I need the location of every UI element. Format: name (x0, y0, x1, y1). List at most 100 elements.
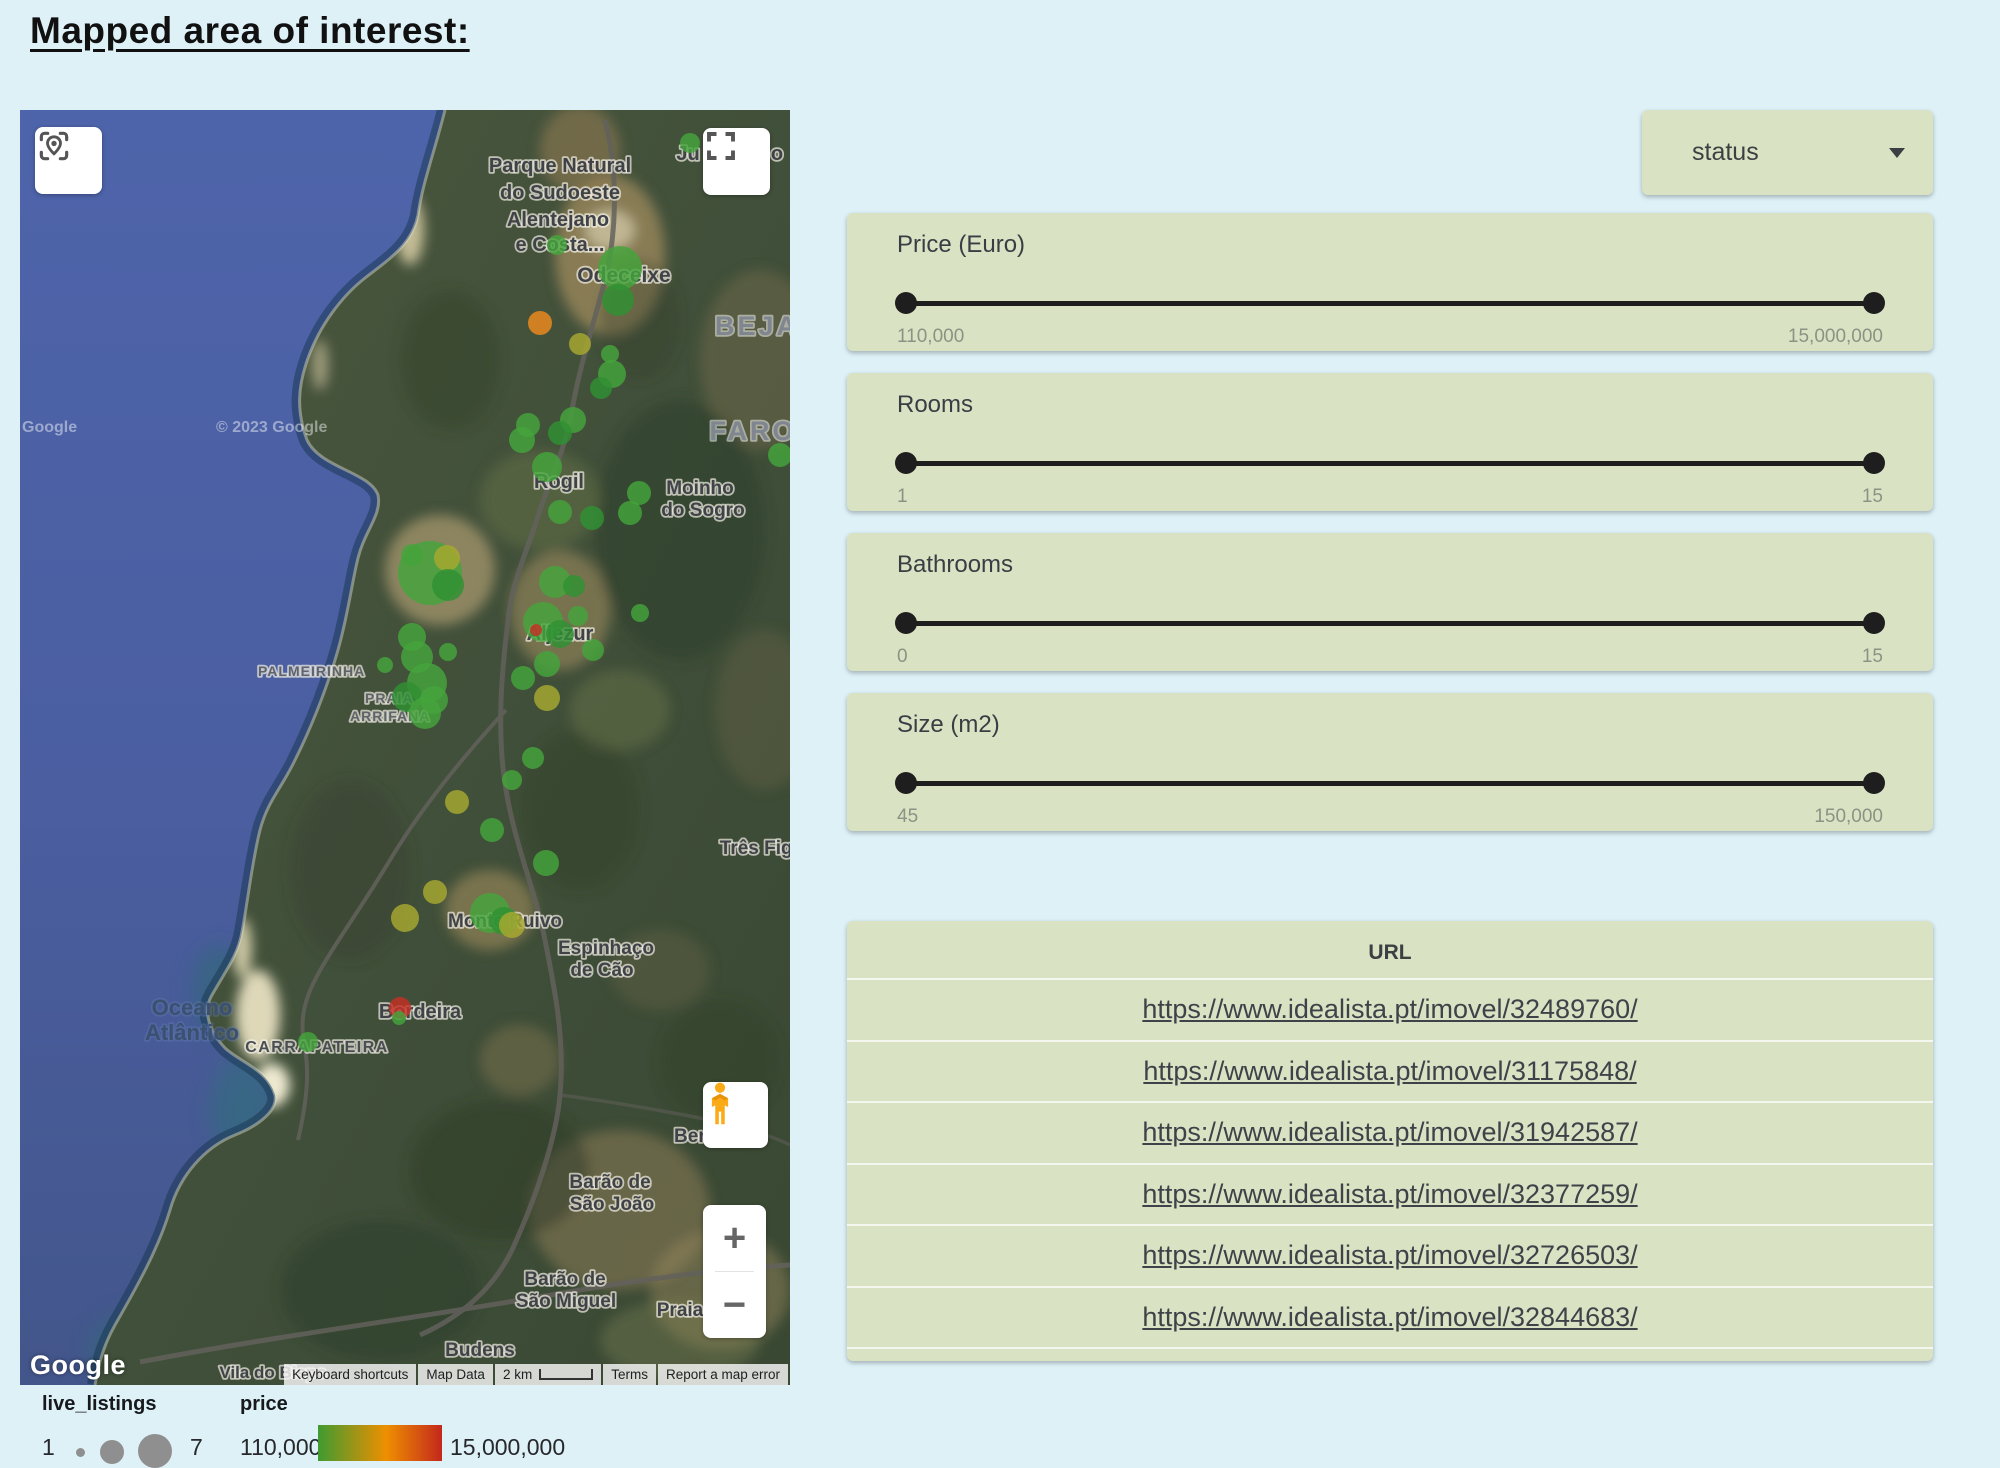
attribution-item[interactable]: Keyboard shortcuts (284, 1364, 416, 1385)
listing-dot[interactable] (582, 639, 604, 661)
zoom-in-button[interactable]: + (703, 1205, 766, 1271)
listing-dot[interactable] (568, 606, 588, 626)
map-label: Praia (657, 1300, 704, 1321)
map-attribution-bar: Keyboard shortcutsMap Data2 kmTermsRepor… (284, 1364, 788, 1385)
listing-dot[interactable] (423, 880, 447, 904)
listing-dot[interactable] (532, 452, 562, 482)
fullscreen-button[interactable] (703, 128, 770, 195)
chevron-down-icon (1889, 148, 1905, 158)
table-row: https://www.idealista.pt/imovel/31942587… (847, 1101, 1933, 1163)
map-label: do Sogro (661, 500, 744, 521)
listing-dot[interactable] (528, 311, 552, 335)
table-row: https://www.idealista.pt/imovel/32489760… (847, 978, 1933, 1040)
listing-dot[interactable] (534, 651, 560, 677)
listing-dot[interactable] (432, 569, 464, 601)
slider-handle-max[interactable] (1863, 452, 1885, 474)
listing-dot[interactable] (618, 501, 642, 525)
listing-dot[interactable] (548, 421, 572, 445)
map-label: Google (22, 419, 77, 436)
listing-dot[interactable] (533, 850, 559, 876)
slider-handle-min[interactable] (895, 612, 917, 634)
listing-link[interactable]: https://www.idealista.pt/imovel/32844683… (1142, 1302, 1637, 1333)
map-label: o (771, 143, 783, 165)
listing-dot[interactable] (534, 685, 560, 711)
pegman-button[interactable] (703, 1082, 768, 1148)
google-logo[interactable]: Google (30, 1350, 126, 1381)
listing-dot[interactable] (580, 506, 604, 530)
map-label: São Miguel (516, 1291, 616, 1312)
listing-dot[interactable] (392, 1011, 406, 1025)
attribution-item[interactable]: Terms (603, 1364, 656, 1385)
map-label: Barão de (569, 1172, 650, 1193)
attribution-item[interactable]: Report a map error (658, 1364, 788, 1385)
map-label: de Cão (570, 960, 633, 981)
listing-dot[interactable] (439, 643, 457, 661)
listing-dot[interactable] (391, 904, 419, 932)
listing-dot[interactable] (548, 500, 572, 524)
slider-label: Size (m2) (897, 711, 1883, 739)
table-row: https://www.idealista.pt/imovel/32049204… (847, 1347, 1933, 1361)
listing-link[interactable]: https://www.idealista.pt/imovel/32377259… (1142, 1179, 1637, 1210)
listing-dot[interactable] (602, 284, 634, 316)
listing-dot[interactable] (530, 624, 542, 636)
listing-dot[interactable] (547, 235, 567, 255)
listing-dot[interactable] (502, 770, 522, 790)
slider-max-value: 15 (1862, 486, 1883, 508)
slider-track (905, 781, 1875, 786)
listing-dot[interactable] (377, 657, 393, 673)
listing-link[interactable]: https://www.idealista.pt/imovel/31175848… (1143, 1056, 1636, 1087)
slider-handle-max[interactable] (1863, 612, 1885, 634)
map-zoom-control: + − (703, 1205, 766, 1338)
listing-dot[interactable] (598, 246, 642, 290)
slider-range-labels: 1 15 (897, 486, 1883, 508)
slider-handle-min[interactable] (895, 452, 917, 474)
listing-dot[interactable] (563, 575, 585, 597)
map-label: Moinho (666, 478, 734, 499)
map-label: © 2023 Google (216, 419, 327, 436)
listing-dot[interactable] (499, 912, 525, 938)
listing-dot[interactable] (509, 427, 535, 453)
listing-dot[interactable] (631, 604, 649, 622)
listing-dot[interactable] (298, 1032, 318, 1052)
listing-dot[interactable] (546, 620, 574, 648)
listing-link[interactable]: https://www.idealista.pt/imovel/31942587… (1142, 1117, 1637, 1148)
slider-handle-max[interactable] (1863, 772, 1885, 794)
map-label: Budens (445, 1340, 515, 1361)
zoom-out-button[interactable]: − (703, 1272, 766, 1338)
listing-dot[interactable] (590, 377, 612, 399)
listing-dot[interactable] (511, 666, 535, 690)
slider-handle-max[interactable] (1863, 292, 1885, 314)
status-dropdown[interactable]: status (1642, 110, 1933, 195)
rooms-range-slider[interactable] (897, 452, 1883, 474)
listing-link[interactable]: https://www.idealista.pt/imovel/32489760… (1142, 994, 1637, 1025)
slider-label: Rooms (897, 391, 1883, 419)
listing-link[interactable]: https://www.idealista.pt/imovel/32726503… (1142, 1240, 1637, 1271)
price-range-slider[interactable] (897, 292, 1883, 314)
size-range-slider[interactable] (897, 772, 1883, 794)
slider-handle-min[interactable] (895, 772, 917, 794)
size-legend-dot-medium (100, 1440, 124, 1464)
listing-dot[interactable] (401, 544, 423, 566)
listing-dot[interactable] (480, 818, 504, 842)
slider-handle-min[interactable] (895, 292, 917, 314)
slider-label: Price (Euro) (897, 231, 1883, 259)
listing-dot[interactable] (445, 790, 469, 814)
price-legend-max: 15,000,000 (450, 1434, 565, 1461)
slider-range-labels: 110,000 15,000,000 (897, 326, 1883, 348)
slider-max-value: 15,000,000 (1788, 326, 1883, 348)
satellite-map[interactable]: Parque Naturaldo SudoesteAlentejanoe Cos… (20, 110, 790, 1385)
price-gradient-bar (318, 1425, 442, 1461)
listing-dot[interactable] (569, 333, 591, 355)
url-table-header: URL (847, 921, 1933, 978)
bathrooms-range-slider[interactable] (897, 612, 1883, 634)
map-label: Parque Natural (489, 155, 631, 177)
listing-dot[interactable] (680, 133, 700, 153)
attribution-item[interactable]: 2 km (495, 1364, 601, 1385)
show-location-button[interactable] (35, 127, 102, 194)
table-row: https://www.idealista.pt/imovel/32377259… (847, 1163, 1933, 1225)
listing-dot[interactable] (420, 686, 448, 714)
listing-dot[interactable] (522, 747, 544, 769)
attribution-item[interactable]: Map Data (418, 1364, 493, 1385)
listing-dot[interactable] (434, 545, 460, 571)
size-legend-min: 1 (42, 1434, 55, 1461)
